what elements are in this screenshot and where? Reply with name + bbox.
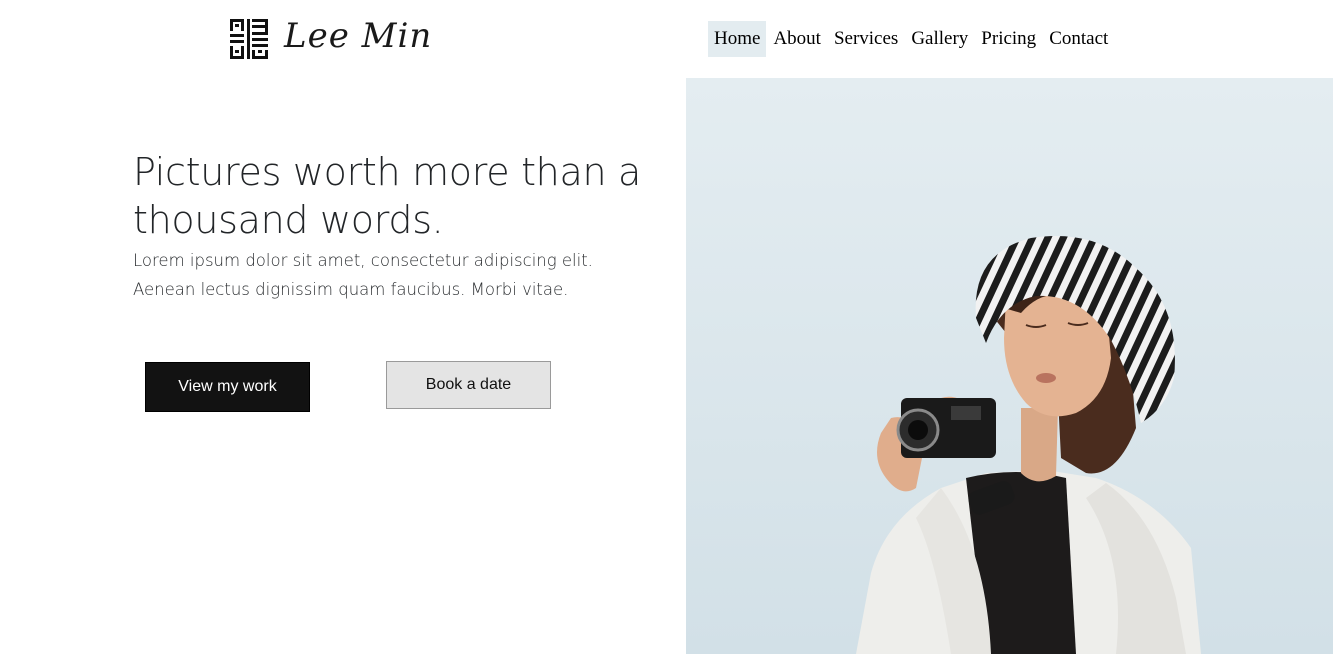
nav-item-home[interactable]: Home — [708, 21, 767, 57]
view-my-work-button[interactable]: View my work — [145, 362, 310, 412]
logo-mark-icon — [230, 19, 268, 59]
nav-item-about[interactable]: About — [767, 21, 827, 57]
brand-name: Lee Min — [284, 16, 433, 56]
nav-item-pricing[interactable]: Pricing — [975, 21, 1042, 57]
nav-item-services[interactable]: Services — [828, 21, 904, 57]
nav-item-contact[interactable]: Contact — [1043, 21, 1114, 57]
hero-description: Lorem ipsum dolor sit amet, consectetur … — [133, 251, 593, 299]
photographer-illustration — [686, 78, 1333, 654]
nav-item-gallery[interactable]: Gallery — [905, 21, 974, 57]
main-nav: Home About Services Gallery Pricing Cont… — [708, 21, 1115, 57]
hero-photo — [686, 78, 1333, 654]
hero-title: Pictures worth more than a thousand word… — [133, 150, 642, 242]
hero-text-block: Pictures worth more than a thousand word… — [133, 148, 653, 304]
book-a-date-button[interactable]: Book a date — [386, 361, 551, 409]
brand-logo[interactable]: Lee Min — [230, 18, 432, 60]
